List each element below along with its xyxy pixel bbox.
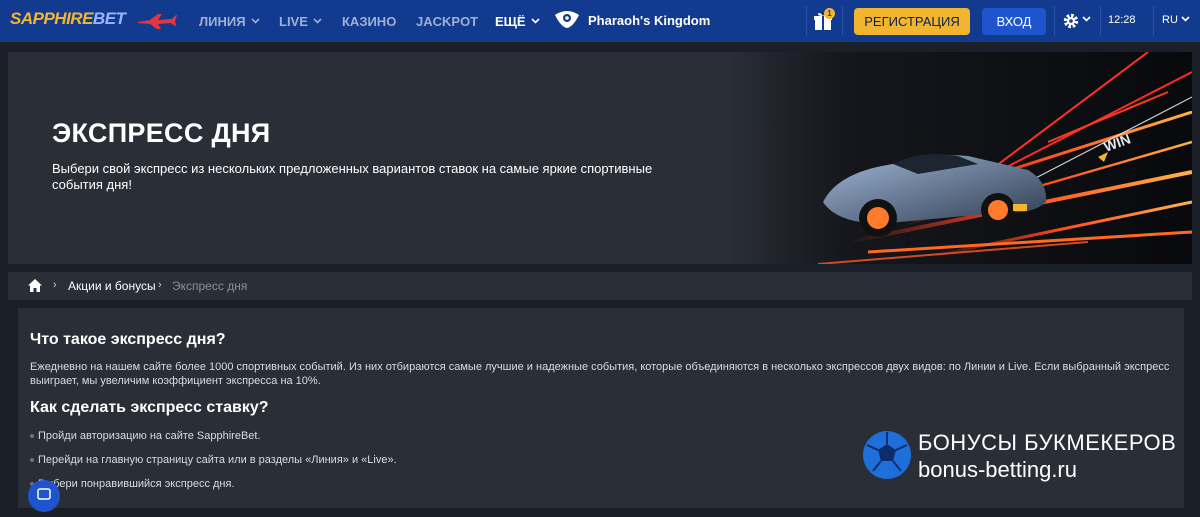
bullet [30, 434, 34, 439]
breadcrumb-link-promotions[interactable]: Акции и бонусы [68, 279, 156, 293]
chevron-down-icon[interactable] [1082, 16, 1091, 22]
support-chat-button[interactable] [28, 480, 60, 512]
nav-label-casino: КАЗИНО [342, 13, 397, 29]
chevron-down-icon[interactable] [1181, 16, 1190, 22]
bullet [30, 458, 34, 463]
top-navigation-bar: SAPPHIREBET ЛИНИЯ LIVE КАЗИНО JACKPOT ЕЩ… [0, 0, 1200, 42]
clock-time: 12:28 [1108, 14, 1136, 26]
nav-item-jackpot[interactable]: JACKPOT [416, 0, 478, 42]
list-item-text: Перейди на главную страницу сайта или в … [38, 454, 397, 466]
nav-label-more: ЕЩЁ [495, 13, 526, 29]
breadcrumb: › Акции и бонусы › Экспресс дня [8, 272, 1192, 300]
chevron-right-icon: › [53, 279, 57, 291]
divider [842, 6, 843, 36]
nav-label-live: LIVE [279, 13, 308, 29]
promo-hero-banner: ЭКСПРЕСС ДНЯ Выбери свой экспресс из нес… [8, 52, 1192, 264]
list-item-text: Пройди авторизацию на сайте SapphireBet. [38, 430, 261, 442]
pharaoh-eye-icon [555, 11, 579, 28]
divider [1100, 6, 1101, 36]
chevron-down-icon [531, 18, 540, 24]
watermark-title: БОНУСЫ БУКМЕКЕРОВ [918, 430, 1177, 455]
nav-item-casino[interactable]: КАЗИНО [342, 0, 396, 42]
nav-item-live[interactable]: LIVE [279, 0, 322, 42]
list-item: Перейди на главную страницу сайта или в … [30, 454, 397, 466]
hero-subtitle: Выбери свой экспресс из нескольких предл… [52, 161, 653, 192]
racing-car-illustration: WIN [728, 52, 1192, 264]
featured-game-label: Pharaoh's Kingdom [588, 12, 711, 28]
aviator-plane-icon[interactable] [136, 11, 178, 31]
language-selector[interactable]: RU [1162, 14, 1178, 26]
chevron-down-icon [313, 18, 322, 24]
login-button[interactable]: ВХОД [982, 8, 1046, 35]
watermark-url: bonus-betting.ru [918, 457, 1077, 482]
breadcrumb-current: Экспресс дня [172, 279, 248, 293]
list-item-text: Выбери понравившийся экспресс дня. [38, 478, 235, 490]
nav-item-more[interactable]: ЕЩЁ [495, 0, 540, 42]
chat-icon [37, 488, 51, 500]
section-paragraph: Ежедневно на нашем сайте более 1000 спор… [30, 361, 1170, 387]
nav-label-line: ЛИНИЯ [199, 13, 246, 29]
divider [1054, 6, 1055, 36]
divider [806, 6, 807, 36]
list-item: Пройди авторизацию на сайте SapphireBet. [30, 430, 261, 442]
nav-item-line[interactable]: ЛИНИЯ [199, 0, 260, 42]
logo-brand-text: SAPPHIRE [10, 9, 93, 28]
register-button[interactable]: РЕГИСТРАЦИЯ [854, 8, 970, 35]
gear-icon[interactable] [1062, 12, 1080, 30]
nav-label-jackpot: JACKPOT [416, 13, 479, 29]
soccer-ball-icon [863, 431, 911, 479]
site-logo[interactable]: SAPPHIREBET [10, 9, 126, 29]
page-title: ЭКСПРЕСС ДНЯ [52, 118, 271, 148]
chevron-right-icon: › [158, 279, 162, 291]
section-heading-how-to: Как сделать экспресс ставку? [30, 399, 269, 416]
logo-suffix-text: BET [92, 9, 126, 28]
site-watermark: БОНУСЫ БУКМЕКЕРОВ bonus-betting.ru [862, 428, 1192, 492]
home-icon[interactable] [28, 279, 42, 292]
featured-game-link[interactable]: Pharaoh's Kingdom [554, 9, 710, 31]
section-heading-what-is: Что такое экспресс дня? [30, 331, 226, 348]
list-item: Выбери понравившийся экспресс дня. [30, 478, 235, 490]
gift-count-badge: 1 [824, 8, 835, 19]
chevron-down-icon [250, 18, 260, 24]
divider [1153, 6, 1154, 36]
